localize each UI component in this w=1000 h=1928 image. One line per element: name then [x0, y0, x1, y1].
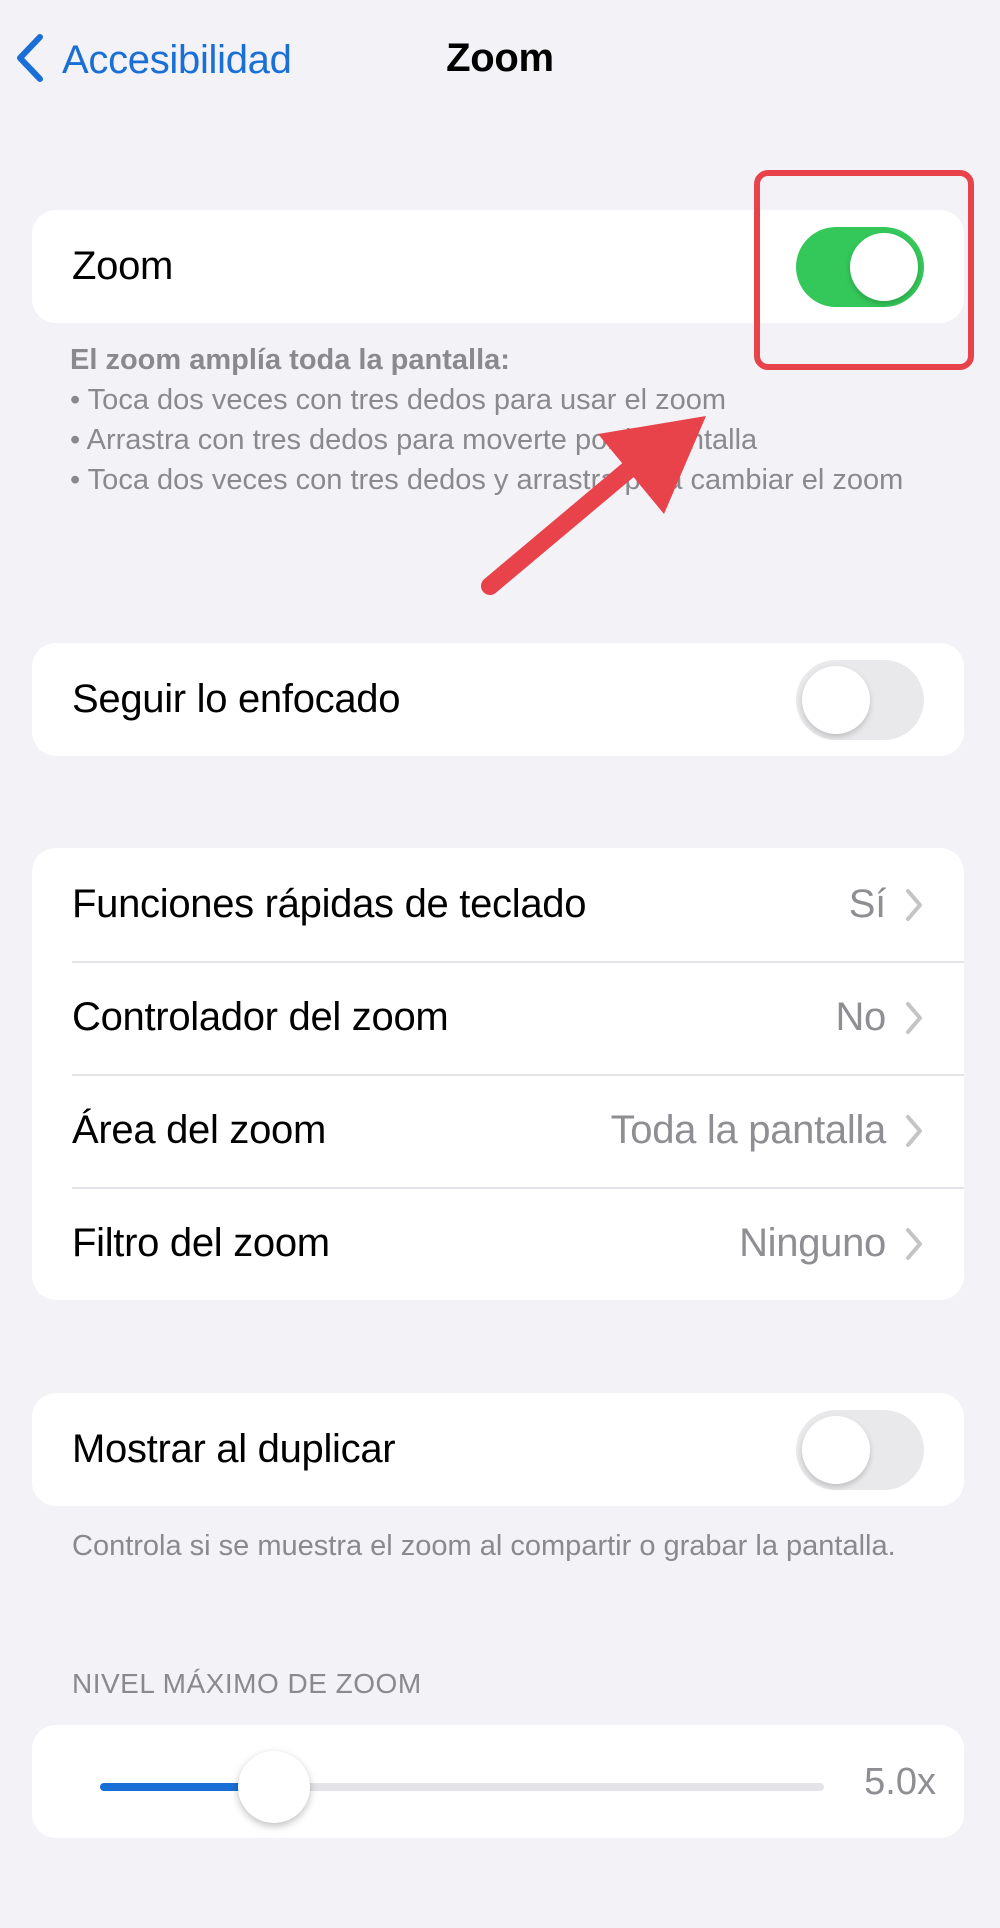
list-item-keyboard-shortcuts[interactable]: Funciones rápidas de teclado Sí — [32, 848, 964, 961]
max-zoom-slider-thumb[interactable] — [237, 1751, 310, 1823]
list-item-label: Área del zoom — [72, 1108, 327, 1152]
footnote-title: El zoom amplía toda la pantalla: — [70, 344, 510, 376]
max-zoom-slider-track[interactable] — [100, 1751, 824, 1823]
mirror-card: Mostrar al duplicar — [32, 1393, 964, 1506]
list-item-label: Funciones rápidas de teclado — [72, 882, 587, 926]
chevron-right-icon — [904, 1227, 924, 1261]
navigation-bar: Accesibilidad Zoom — [0, 0, 1000, 120]
follow-focus-row: Seguir lo enfocado — [32, 643, 964, 756]
list-item-label: Controlador del zoom — [72, 995, 449, 1039]
toggle-knob — [802, 1415, 870, 1484]
max-zoom-card: 5.0x — [32, 1725, 964, 1838]
mirror-footnote: Controla si se muestra el zoom al compar… — [72, 1530, 896, 1562]
chevron-right-icon — [904, 888, 924, 922]
list-item-label: Filtro del zoom — [72, 1221, 330, 1265]
list-item-value: Toda la pantalla — [610, 1108, 887, 1152]
follow-focus-card: Seguir lo enfocado — [32, 643, 964, 756]
list-item-value: Ninguno — [739, 1221, 886, 1265]
toggle-knob — [802, 665, 870, 734]
annotation-highlight-box — [754, 170, 974, 370]
chevron-right-icon — [904, 1001, 924, 1035]
max-zoom-header: NIVEL MÁXIMO DE ZOOM — [72, 1668, 422, 1699]
page-title: Zoom — [446, 36, 554, 80]
mirror-row: Mostrar al duplicar — [32, 1393, 964, 1506]
zoom-settings-list: Funciones rápidas de teclado Sí Controla… — [32, 848, 964, 1300]
mirror-toggle[interactable] — [796, 1409, 924, 1490]
list-item-zoom-controller[interactable]: Controlador del zoom No — [32, 961, 964, 1074]
max-zoom-value: 5.0x — [864, 1761, 936, 1803]
list-item-value: No — [835, 995, 886, 1039]
chevron-right-icon — [904, 1114, 924, 1148]
list-item-zoom-filter[interactable]: Filtro del zoom Ninguno — [32, 1187, 964, 1300]
follow-focus-toggle[interactable] — [796, 659, 924, 740]
list-item-zoom-area[interactable]: Área del zoom Toda la pantalla — [32, 1074, 964, 1187]
list-item-value: Sí — [848, 882, 887, 926]
arrow-icon — [481, 416, 706, 595]
